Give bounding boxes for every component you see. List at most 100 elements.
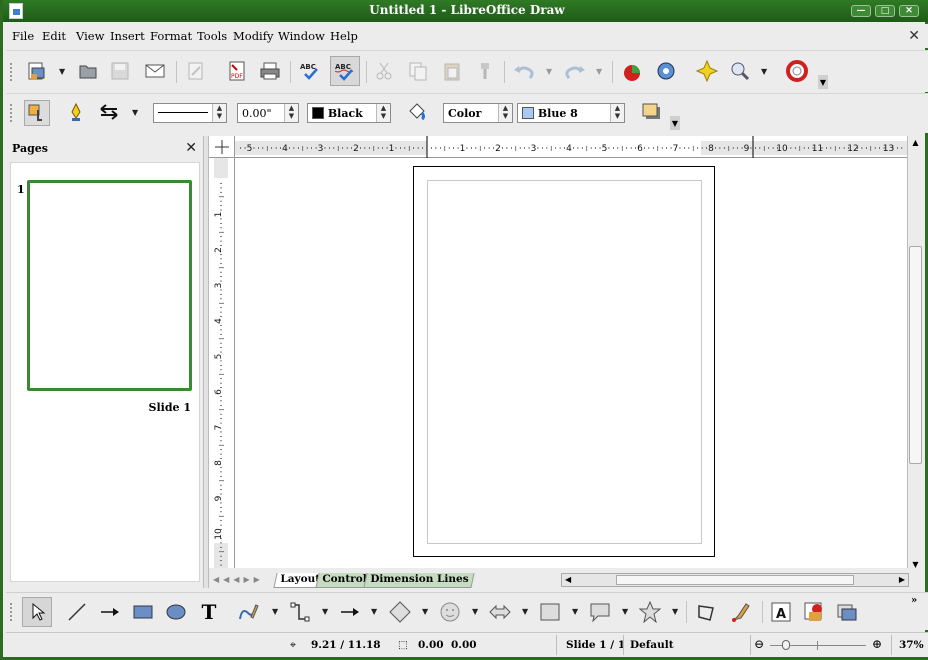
stars-dropdown-icon[interactable]: ▼ [672, 607, 678, 616]
menu-window[interactable]: Window [278, 29, 325, 43]
spellcheck-icon[interactable]: ABC [298, 59, 322, 83]
menu-edit[interactable]: Edit [42, 29, 66, 43]
drawing-page[interactable] [413, 166, 715, 557]
scroll-up-icon[interactable]: ▲ [909, 138, 922, 150]
fontwork-icon[interactable]: A [769, 600, 793, 624]
menu-insert[interactable]: Insert [110, 29, 145, 43]
zoom-out-icon[interactable]: ⊖ [754, 637, 764, 651]
zoom-in-icon[interactable]: ⊕ [872, 637, 882, 651]
line-tool-icon[interactable] [65, 600, 89, 624]
toolbar-grip[interactable] [10, 63, 14, 81]
scroll-right-icon[interactable]: ▶ [899, 575, 905, 584]
zoom-dropdown-icon[interactable]: ▼ [761, 67, 767, 76]
minimize-button[interactable]: — [851, 5, 871, 17]
scroll-down-icon[interactable]: ▼ [909, 560, 922, 572]
maximize-button[interactable]: □ [875, 5, 895, 17]
points-icon[interactable] [694, 600, 718, 624]
area-style-select[interactable]: Color ▲ ▼ [443, 103, 513, 123]
line-color-select[interactable]: Black ▲ ▼ [307, 103, 391, 123]
block-arrows-dropdown-icon[interactable]: ▼ [522, 607, 528, 616]
rectangle-tool-icon[interactable] [131, 600, 155, 624]
paste-icon[interactable] [440, 59, 464, 83]
pages-panel-close-icon[interactable]: ✕ [185, 140, 197, 156]
area-fill-icon[interactable] [405, 100, 429, 124]
toolbar-overflow-icon[interactable]: ▼ [818, 75, 828, 89]
horizontal-scroll-thumb[interactable] [616, 575, 854, 585]
menu-tools[interactable]: Tools [197, 29, 227, 43]
line-and-filling-select-icon[interactable] [24, 100, 50, 126]
save-icon[interactable] [108, 59, 132, 83]
scroll-left-icon[interactable]: ◀ [565, 575, 571, 584]
toolbar-overflow-icon[interactable]: ▼ [670, 116, 680, 130]
undo-icon[interactable] [511, 59, 535, 83]
line-width-field[interactable]: 0.00" ▲ ▼ [237, 103, 299, 123]
drawing-canvas[interactable] [235, 158, 907, 568]
toolbar-overflow-icon[interactable]: » [911, 595, 917, 606]
area-color-select[interactable]: Blue 8 ▲ ▼ [517, 103, 625, 123]
insert-image-icon[interactable] [802, 600, 826, 624]
curve-dropdown-icon[interactable]: ▼ [272, 607, 278, 616]
clone-formatting-icon[interactable] [473, 59, 497, 83]
ruler-corner[interactable] [209, 136, 235, 158]
lines-and-arrows-dropdown-icon[interactable]: ▼ [371, 607, 377, 616]
toolbar-grip[interactable] [10, 603, 14, 621]
vertical-ruler[interactable]: 1 2 3 4 5 6 7 8 9 10 [209, 158, 235, 568]
copy-icon[interactable] [406, 59, 430, 83]
print-icon[interactable] [258, 59, 282, 83]
callouts-dropdown-icon[interactable]: ▼ [622, 607, 628, 616]
stars-icon[interactable] [638, 600, 662, 624]
callouts-icon[interactable] [588, 600, 612, 624]
menu-format[interactable]: Format [150, 29, 192, 43]
curve-tool-icon[interactable] [236, 600, 260, 624]
glue-points-icon[interactable] [729, 600, 753, 624]
redo-dropdown-icon[interactable]: ▼ [596, 67, 602, 76]
lines-and-arrows-icon[interactable] [338, 600, 362, 624]
select-tool-icon[interactable] [22, 597, 52, 627]
zoom-icon[interactable] [728, 59, 752, 83]
ellipse-tool-icon[interactable] [164, 600, 188, 624]
cut-icon[interactable] [372, 59, 396, 83]
arrow-style-dropdown-icon[interactable]: ▼ [132, 108, 138, 117]
tab-navigation-icon[interactable]: ◀◀◀▶▶ [213, 575, 264, 584]
redo-icon[interactable] [564, 59, 588, 83]
open-icon[interactable] [76, 59, 100, 83]
page-thumbnail[interactable] [27, 180, 192, 391]
horizontal-ruler[interactable]: 5 4 3 2 1 1 2 3 4 5 6 7 8 9 10 11 12 13 [235, 136, 907, 158]
line-ends-with-arrow-icon[interactable] [98, 600, 122, 624]
close-document-icon[interactable]: ✕ [908, 28, 920, 44]
connector-tool-icon[interactable] [288, 600, 312, 624]
chart-icon[interactable] [620, 59, 644, 83]
new-document-dropdown-icon[interactable]: ▼ [59, 67, 65, 76]
toolbar-grip[interactable] [10, 104, 14, 122]
menu-file[interactable]: File [12, 29, 34, 43]
export-pdf-icon[interactable]: PDF [225, 59, 249, 83]
vertical-scroll-thumb[interactable] [909, 246, 922, 464]
line-style-select[interactable]: ▲ ▼ [153, 103, 227, 123]
connector-dropdown-icon[interactable]: ▼ [322, 607, 328, 616]
symbol-shapes-icon[interactable] [438, 600, 462, 624]
arrow-style-icon[interactable] [97, 100, 121, 124]
help-icon[interactable] [785, 59, 809, 83]
layout-name[interactable]: Default [630, 639, 674, 651]
menu-modify[interactable]: Modify [233, 29, 274, 43]
horizontal-scrollbar[interactable]: ◀ ▶ [561, 573, 909, 587]
email-icon[interactable] [143, 59, 167, 83]
menu-view[interactable]: View [76, 29, 104, 43]
basic-shapes-dropdown-icon[interactable]: ▼ [422, 607, 428, 616]
menu-help[interactable]: Help [330, 29, 358, 43]
basic-shapes-icon[interactable] [388, 600, 412, 624]
edit-file-icon[interactable] [184, 59, 208, 83]
symbol-shapes-dropdown-icon[interactable]: ▼ [472, 607, 478, 616]
flowchart-icon[interactable] [538, 600, 562, 624]
shadow-icon[interactable] [639, 100, 663, 124]
extrusion-icon[interactable] [835, 600, 859, 624]
tab-dimension-lines[interactable]: Dimension Lines [363, 573, 475, 588]
zoom-level[interactable]: 37% [899, 639, 924, 651]
zoom-slider-handle[interactable] [782, 640, 790, 650]
line-icon[interactable] [64, 100, 88, 124]
autospellcheck-toggle-icon[interactable]: ABC [330, 56, 360, 86]
new-document-icon[interactable] [24, 59, 48, 83]
text-tool-icon[interactable]: T [197, 600, 221, 624]
vertical-scrollbar[interactable]: ▲ ▼ [907, 136, 923, 569]
navigator-icon[interactable] [654, 59, 678, 83]
